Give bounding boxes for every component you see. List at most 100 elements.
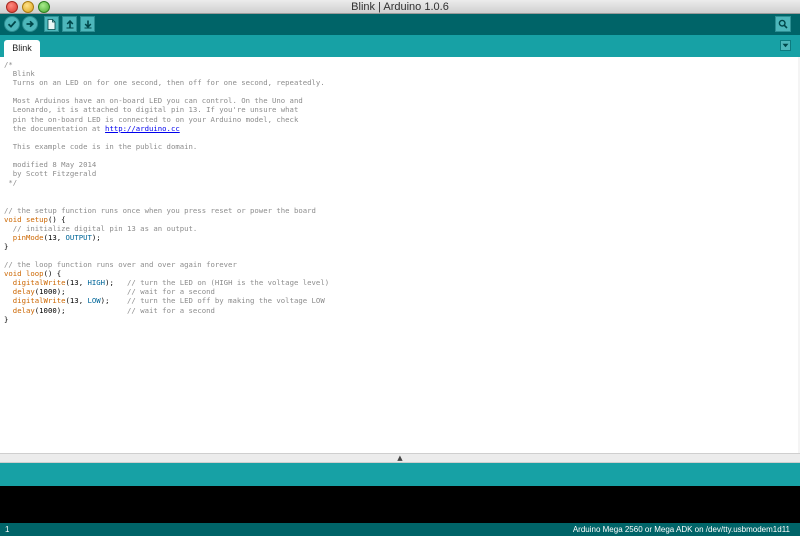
code-line[interactable]: digitalWrite(13, LOW); // turn the LED o… [4,296,329,305]
open-up-arrow-icon [66,19,73,29]
code-token: (1000); [34,287,128,297]
code-line[interactable]: by Scott Fitzgerald [4,169,329,178]
code-line[interactable]: /* [4,60,329,69]
tab-blink[interactable]: Blink [4,40,40,57]
code-text[interactable]: /* Blink Turns on an LED on for one seco… [4,60,329,324]
code-token: HIGH [87,278,106,288]
code-line[interactable]: */ [4,178,329,187]
title-bar: Blink | Arduino 1.0.6 [0,0,800,14]
code-token: (13, [65,278,88,288]
code-token: (1000); [34,305,128,315]
code-token: void [4,214,22,224]
code-line[interactable]: This example code is in the public domai… [4,142,329,151]
toolbar [0,14,800,35]
console-output[interactable] [0,486,800,523]
code-token: () { [47,214,66,224]
save-down-arrow-icon [84,20,91,29]
code-token: Blink [4,69,35,79]
code-line[interactable]: pinMode(13, OUTPUT); [4,233,329,242]
tab-bar: Blink [0,35,800,57]
code-line[interactable]: // the loop function runs over and over … [4,260,329,269]
new-sketch-button[interactable] [44,16,59,32]
code-token: the documentation at [4,123,106,133]
code-token: // the loop function runs over and over … [4,260,237,270]
code-token: pin the on-board LED is connected to on … [4,114,299,124]
code-token: This example code is in the public domai… [4,141,198,151]
code-token: } [4,241,9,251]
code-token: digitalWrite [12,278,66,288]
code-token: Most Arduinos have an on-board LED you c… [4,96,303,106]
code-line[interactable] [4,251,329,260]
code-line[interactable] [4,151,329,160]
code-token: Turns on an LED on for one second, then … [4,78,325,88]
code-line[interactable]: void setup() { [4,215,329,224]
editor-console-divider[interactable]: ▲ [0,453,800,463]
verify-button[interactable] [4,16,20,32]
code-token: } [4,314,9,324]
serial-monitor-button[interactable] [775,16,791,32]
code-line[interactable]: Leonardo, it is attached to digital pin … [4,105,329,114]
code-line[interactable]: delay(1000); // wait for a second [4,306,329,315]
code-line[interactable]: } [4,315,329,324]
code-token: by Scott Fitzgerald [4,169,97,179]
code-token: /* [4,60,13,69]
status-message-area [0,463,800,486]
code-line[interactable]: Most Arduinos have an on-board LED you c… [4,96,329,105]
code-token: // initialize digital pin 13 as an outpu… [4,223,198,233]
code-token: LOW [87,296,101,306]
magnifier-icon [778,19,788,29]
code-token: digitalWrite [12,296,66,306]
code-token: delay [12,287,35,297]
code-token: OUTPUT [65,232,92,242]
code-token: (13, [65,296,88,306]
code-token: void [4,269,22,279]
code-link[interactable]: http://arduino.cc [105,124,180,133]
code-token: (13, [43,232,66,242]
code-token: // wait for a second [127,305,215,315]
window-title: Blink | Arduino 1.0.6 [351,1,449,13]
code-line[interactable]: modified 8 May 2014 [4,160,329,169]
open-sketch-button[interactable] [62,16,77,32]
tab-menu-button[interactable] [780,40,791,51]
upload-button[interactable] [22,16,38,32]
code-token: // turn the LED off by making the voltag… [127,296,325,306]
code-line[interactable] [4,133,329,142]
code-line[interactable]: pin the on-board LED is connected to on … [4,115,329,124]
code-token: // wait for a second [127,287,215,297]
code-token: // the setup function runs once when you… [4,205,316,215]
divider-up-arrow-icon[interactable]: ▲ [396,455,404,462]
code-line[interactable] [4,196,329,205]
code-line[interactable]: } [4,242,329,251]
code-token: loop [25,269,44,279]
new-document-icon [47,18,56,30]
code-line[interactable]: Turns on an LED on for one second, then … [4,78,329,87]
status-bar: 1 Arduino Mega 2560 or Mega ADK on /dev/… [0,523,800,536]
code-line[interactable]: digitalWrite(13, HIGH); // turn the LED … [4,278,329,287]
code-token: setup [25,214,48,224]
code-editor[interactable]: /* Blink Turns on an LED on for one seco… [0,57,800,453]
save-sketch-button[interactable] [80,16,95,32]
arrow-right-icon [26,20,35,28]
code-line[interactable]: the documentation at http://arduino.cc [4,124,329,133]
code-token: ); [100,296,128,306]
code-line[interactable]: // initialize digital pin 13 as an outpu… [4,224,329,233]
code-line[interactable]: void loop() { [4,269,329,278]
code-token: */ [4,178,18,188]
code-token: // turn the LED on (HIGH is the voltage … [127,278,330,288]
code-line[interactable] [4,187,329,196]
check-icon [7,20,17,28]
code-line[interactable]: delay(1000); // wait for a second [4,287,329,296]
line-number: 1 [5,525,10,534]
board-port-label: Arduino Mega 2560 or Mega ADK on /dev/tt… [572,525,790,534]
code-token: Leonardo, it is attached to digital pin … [4,105,299,115]
code-line[interactable]: Blink [4,69,329,78]
code-line[interactable] [4,87,329,96]
code-token: ); [105,278,128,288]
code-line[interactable]: // the setup function runs once when you… [4,206,329,215]
code-token: delay [12,305,35,315]
